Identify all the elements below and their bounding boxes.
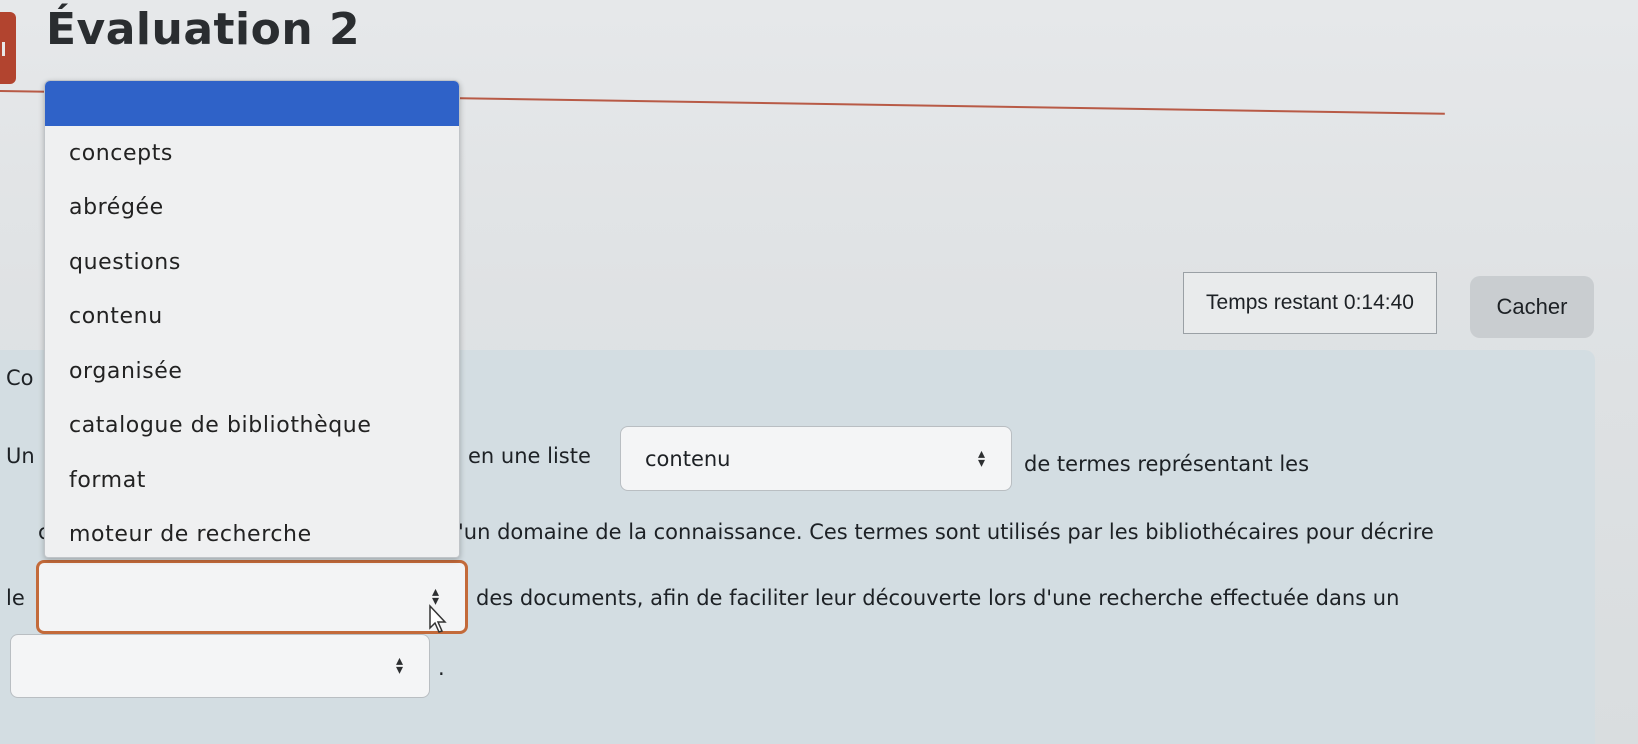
time-remaining-box: Temps restant 0:14:40 [1183,272,1437,334]
select-arrows-icon: ▴ ▾ [395,653,403,678]
dropdown-option[interactable]: format [45,453,459,508]
dropdown-option[interactable]: organisée [45,344,459,399]
dropdown-option[interactable]: catalogue de bibliothèque [45,399,459,454]
dropdown-option[interactable]: questions [45,235,459,290]
answer-dropdown-list: concepts abrégée questions contenu organ… [44,80,460,558]
dropdown-option[interactable]: moteur de recherche [45,508,459,558]
answer-select-1-value: contenu [645,446,731,471]
question-text-line3-end: 'un domaine de la connaissance. Ces term… [458,520,1434,544]
time-remaining-value: 0:14:40 [1343,291,1414,314]
page-title: Évaluation 2 [46,4,361,55]
answer-select-3[interactable]: ▴ ▾ [10,634,430,698]
dropdown-option[interactable]: concepts [45,126,459,181]
time-remaining-label: Temps restant [1206,291,1338,314]
left-accent-bar [0,12,16,84]
dropdown-option[interactable]: contenu [45,290,459,345]
dropdown-option-highlighted[interactable] [45,81,459,126]
question-text-line4-end: des documents, afin de faciliter leur dé… [476,586,1400,610]
hide-timer-button[interactable]: Cacher [1470,276,1594,338]
question-text-line1-start: Co [6,366,34,390]
select-arrows-icon: ▴ ▾ [977,445,985,471]
question-text-line5-end: . [438,656,445,680]
answer-select-1[interactable]: contenu ▴ ▾ [620,426,1012,491]
question-text-line4-start: le [6,586,25,610]
question-text-line2-start: Un [6,444,35,468]
dropdown-option[interactable]: abrégée [45,181,459,236]
answer-select-2[interactable]: ▴ ▾ [36,560,468,634]
question-text-line2-middle: en une liste [468,444,591,468]
question-text-line2-end: de termes représentant les [1024,452,1310,476]
mouse-cursor-icon [429,604,447,633]
